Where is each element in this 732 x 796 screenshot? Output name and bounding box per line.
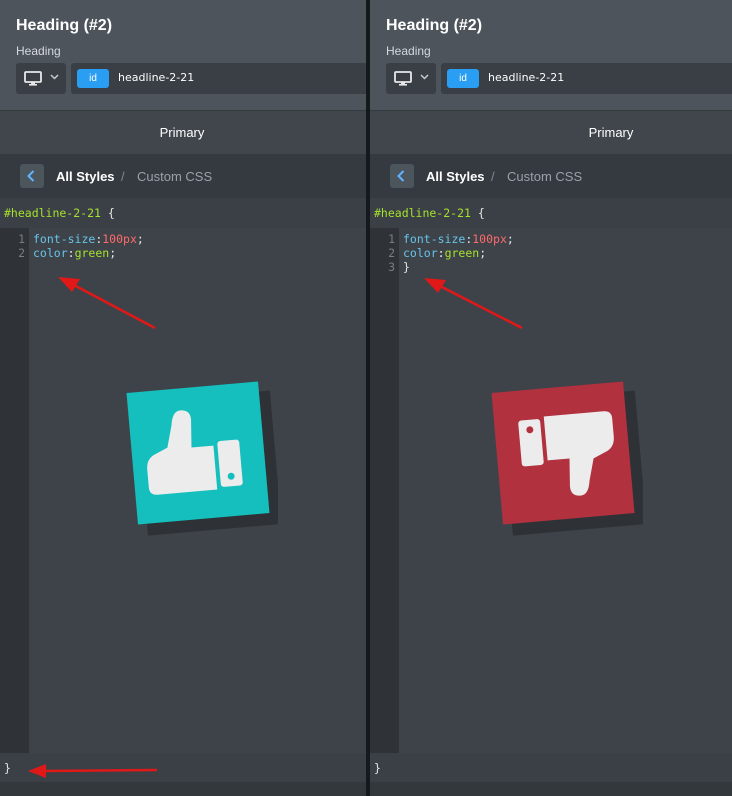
selector-field[interactable]: id headline-2-21 bbox=[71, 63, 366, 94]
line-number: 3 bbox=[388, 260, 395, 274]
panel-title: Heading (#2) bbox=[16, 17, 113, 34]
breadcrumb-custom-css: Custom CSS bbox=[137, 169, 213, 184]
code-line: color:green; bbox=[33, 246, 116, 260]
editor-footer bbox=[370, 782, 732, 796]
code-closing-brace: } bbox=[403, 260, 410, 274]
device-selector-button[interactable] bbox=[16, 63, 66, 94]
tab-bar: Primary bbox=[0, 110, 366, 154]
chevron-left-icon bbox=[397, 170, 405, 182]
css-value: green bbox=[74, 246, 110, 260]
breadcrumb-separator: / bbox=[121, 169, 125, 184]
css-value: 100px bbox=[102, 232, 137, 246]
breadcrumb-custom-css: Custom CSS bbox=[507, 169, 583, 184]
open-brace: { bbox=[100, 206, 115, 220]
id-badge[interactable]: id bbox=[77, 69, 109, 88]
panel-title: Heading (#2) bbox=[386, 17, 483, 34]
semicolon: ; bbox=[109, 246, 117, 260]
code-line: font-size:100px; bbox=[403, 232, 514, 246]
breadcrumb: All Styles / Custom CSS bbox=[370, 154, 732, 198]
css-selector-line: #headline-2-21 { bbox=[374, 206, 485, 220]
css-property: font-size bbox=[33, 232, 96, 246]
line-number: 1 bbox=[388, 232, 395, 246]
css-property: color bbox=[403, 246, 438, 260]
semicolon: ; bbox=[506, 232, 514, 246]
css-property: color bbox=[33, 246, 68, 260]
monitor-icon bbox=[394, 71, 412, 86]
colon: : bbox=[437, 246, 445, 260]
panel-subtitle: Heading bbox=[386, 44, 431, 58]
closing-brace: } bbox=[4, 761, 11, 775]
chevron-down-icon bbox=[420, 74, 429, 80]
id-badge[interactable]: id bbox=[447, 69, 479, 88]
panel-header: Heading (#2) Heading id headline-2-21 bbox=[370, 0, 732, 110]
css-selector: #headline-2-21 bbox=[374, 206, 471, 220]
line-number: 2 bbox=[388, 246, 395, 260]
editor-footer bbox=[0, 782, 366, 796]
open-brace: { bbox=[470, 206, 485, 220]
left-panel: Heading (#2) Heading id headline-2-21 Pr… bbox=[0, 0, 366, 796]
breadcrumb-all-styles[interactable]: All Styles bbox=[426, 169, 485, 184]
panel-subtitle: Heading bbox=[16, 44, 61, 58]
code-line: font-size:100px; bbox=[33, 232, 144, 246]
back-button[interactable] bbox=[390, 164, 414, 188]
line-number-gutter: 1 2 3 bbox=[370, 228, 399, 753]
css-value: 100px bbox=[472, 232, 507, 246]
selector-name: headline-2-21 bbox=[488, 71, 565, 84]
semicolon: ; bbox=[479, 246, 487, 260]
breadcrumb-separator: / bbox=[491, 169, 495, 184]
tab-primary[interactable]: Primary bbox=[58, 125, 306, 140]
css-property: font-size bbox=[403, 232, 466, 246]
css-value: green bbox=[444, 246, 480, 260]
tab-bar: Primary bbox=[370, 110, 732, 154]
semicolon: ; bbox=[136, 232, 144, 246]
css-selector: #headline-2-21 bbox=[4, 206, 101, 220]
closing-brace: } bbox=[374, 761, 381, 775]
chevron-left-icon bbox=[27, 170, 35, 182]
selector-field[interactable]: id headline-2-21 bbox=[441, 63, 732, 94]
breadcrumb: All Styles / Custom CSS bbox=[0, 154, 366, 198]
tab-primary[interactable]: Primary bbox=[466, 125, 732, 140]
right-panel: Heading (#2) Heading id headline-2-21 Pr… bbox=[370, 0, 732, 796]
thumbs-up-icon bbox=[126, 381, 278, 536]
breadcrumb-all-styles[interactable]: All Styles bbox=[56, 169, 115, 184]
back-button[interactable] bbox=[20, 164, 44, 188]
panel-header: Heading (#2) Heading id headline-2-21 bbox=[0, 0, 366, 110]
selector-name: headline-2-21 bbox=[118, 71, 195, 84]
chevron-down-icon bbox=[50, 74, 59, 80]
css-selector-line: #headline-2-21 { bbox=[4, 206, 115, 220]
monitor-icon bbox=[24, 71, 42, 86]
line-number: 2 bbox=[18, 246, 25, 260]
line-number-gutter: 1 2 bbox=[0, 228, 29, 753]
line-number: 1 bbox=[18, 232, 25, 246]
thumbs-down-icon bbox=[491, 381, 643, 536]
device-selector-button[interactable] bbox=[386, 63, 436, 94]
colon: : bbox=[67, 246, 75, 260]
code-line: color:green; bbox=[403, 246, 486, 260]
